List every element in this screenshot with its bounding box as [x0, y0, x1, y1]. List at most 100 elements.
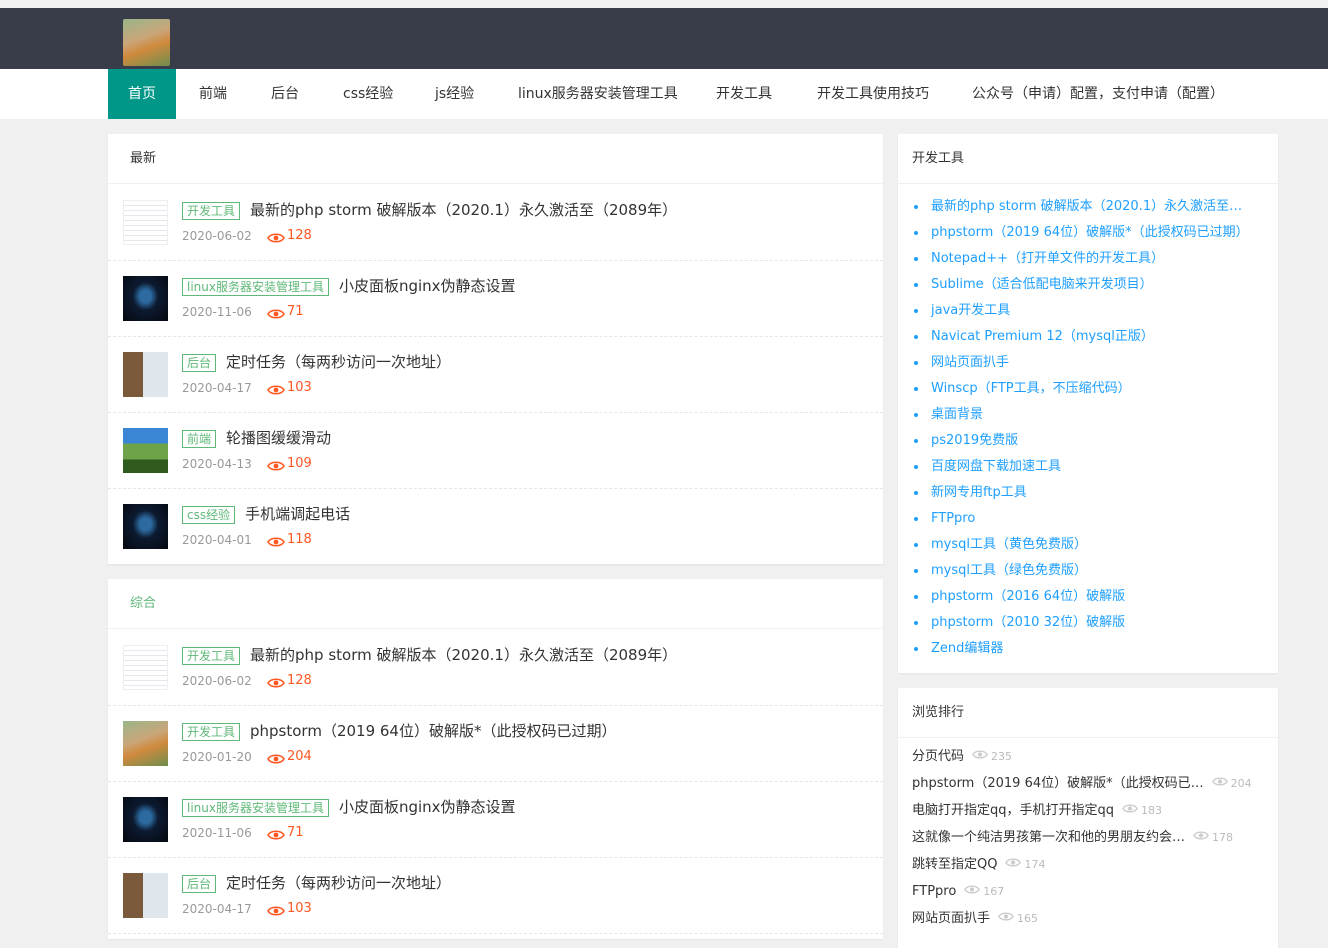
devtools-link-label[interactable]: Winscp（FTP工具，不压缩代码） — [931, 381, 1131, 396]
article-title[interactable]: 最新的php storm 破解版本（2020.1）永久激活至（2089年） — [250, 644, 677, 665]
article-category-tag[interactable]: 开发工具 — [182, 647, 241, 665]
devtools-link-label[interactable]: 新网专用ftp工具 — [931, 485, 1027, 500]
devtools-link-item[interactable]: 最新的php storm 破解版本（2020.1）永久激活至… — [912, 196, 1267, 222]
article-thumbnail[interactable] — [123, 504, 168, 549]
article-thumbnail[interactable] — [123, 797, 168, 842]
devtools-link-label[interactable]: phpstorm（2016 64位）破解版 — [931, 589, 1125, 604]
nav-item-css[interactable]: css经验 — [343, 69, 393, 119]
article-thumbnail[interactable] — [123, 428, 168, 473]
article-title[interactable]: 最新的php storm 破解版本（2020.1）永久激活至（2089年） — [250, 199, 677, 220]
article-row[interactable]: 后台 定时任务（每两秒访问一次地址） 2020-04-17 103 — [108, 858, 883, 934]
devtools-link-item[interactable]: Sublime（适合低配电脑来开发项目） — [912, 274, 1267, 300]
ranking-item[interactable]: 电脑打开指定qq，手机打开指定qq 183 — [912, 800, 1252, 827]
nav-item-wechat[interactable]: 公众号（申请）配置，支付申请（配置） — [972, 69, 1224, 119]
article-row[interactable]: 后台 定时任务（每两秒访问一次地址） 2020-04-17 103 — [108, 337, 883, 413]
devtools-link-item[interactable]: Winscp（FTP工具，不压缩代码） — [912, 378, 1267, 404]
article-category-tag[interactable]: css经验 — [182, 506, 236, 524]
devtools-link-label[interactable]: mysql工具（绿色免费版） — [931, 563, 1087, 578]
nav-item-devtools[interactable]: 开发工具 — [716, 69, 772, 119]
devtools-link-label[interactable]: java开发工具 — [931, 303, 1010, 318]
article-category-tag[interactable]: 前端 — [182, 430, 217, 448]
article-row[interactable]: 开发工具 最新的php storm 破解版本（2020.1）永久激活至（2089年… — [108, 185, 883, 261]
article-title[interactable]: 手机端调起电话 — [245, 503, 350, 524]
devtools-link-item[interactable]: Navicat Premium 12（mysql正版） — [912, 326, 1267, 352]
devtools-link-item[interactable]: 新网专用ftp工具 — [912, 482, 1267, 508]
ranking-item[interactable]: FTPpro 167 — [912, 881, 1252, 908]
article-row[interactable]: 开发工具 phpstorm（2019 64位）破解版*（此授权码已过期） 2020-… — [108, 706, 883, 782]
article-title[interactable]: 小皮面板nginx伪静态设置 — [339, 796, 516, 817]
devtools-link-label[interactable]: Zend编辑器 — [931, 641, 1003, 656]
article-category-tag[interactable]: 开发工具 — [182, 723, 241, 741]
ranking-item-title[interactable]: 这就像一个纯洁男孩第一次和他的男朋友约会… — [912, 827, 1185, 849]
article-row[interactable]: linux服务器安装管理工具 小皮面板nginx伪静态设置 2020-11-06 71 — [108, 261, 883, 337]
article-category-tag[interactable]: 开发工具 — [182, 202, 241, 220]
devtools-link-item[interactable]: phpstorm（2019 64位）破解版*（此授权码已过期） — [912, 222, 1267, 248]
devtools-link-item[interactable]: mysql工具（黄色免费版） — [912, 534, 1267, 560]
devtools-link-item[interactable]: java开发工具 — [912, 300, 1267, 326]
article-thumbnail[interactable] — [123, 276, 168, 321]
devtools-link-label[interactable]: mysql工具（黄色免费版） — [931, 537, 1087, 552]
site-logo[interactable] — [123, 19, 170, 66]
ranking-item[interactable]: 这就像一个纯洁男孩第一次和他的男朋友约会… 178 — [912, 827, 1252, 854]
devtools-link-label[interactable]: ps2019免费版 — [931, 433, 1018, 448]
ranking-item-title[interactable]: 跳转至指定QQ — [912, 854, 997, 876]
devtools-link-label[interactable]: 百度网盘下载加速工具 — [931, 459, 1061, 474]
article-thumbnail[interactable] — [123, 721, 168, 766]
ranking-item[interactable]: 跳转至指定QQ 174 — [912, 854, 1252, 881]
article-thumbnail[interactable] — [123, 873, 168, 918]
article-title[interactable]: phpstorm（2019 64位）破解版*（此授权码已过期） — [250, 720, 616, 741]
nav-item-js[interactable]: js经验 — [435, 69, 474, 119]
nav-item-home[interactable]: 首页 — [108, 69, 176, 119]
nav-item-backend[interactable]: 后台 — [271, 69, 299, 119]
ranking-item-title[interactable]: 电脑打开指定qq，手机打开指定qq — [912, 800, 1114, 822]
ranking-item-title[interactable]: 网站页面扒手 — [912, 908, 990, 930]
devtools-link-item[interactable]: Zend编辑器 — [912, 638, 1267, 664]
ranking-item[interactable]: 网站页面扒手 165 — [912, 908, 1252, 935]
devtools-link-item[interactable]: ps2019免费版 — [912, 430, 1267, 456]
article-category-tag[interactable]: 后台 — [182, 875, 217, 893]
eye-icon — [1193, 827, 1209, 849]
ranking-item[interactable]: phpstorm（2019 64位）破解版*（此授权码已… 204 — [912, 773, 1252, 800]
article-title[interactable]: 轮播图缓缓滑动 — [226, 427, 331, 448]
nav-item-frontend[interactable]: 前端 — [199, 69, 227, 119]
devtools-link-item[interactable]: 百度网盘下载加速工具 — [912, 456, 1267, 482]
devtools-link-item[interactable]: FTPpro — [912, 508, 1267, 534]
article-title[interactable]: 定时任务（每两秒访问一次地址） — [226, 351, 451, 372]
devtools-link-label[interactable]: 桌面背景 — [931, 407, 983, 422]
devtools-link-label[interactable]: FTPpro — [931, 511, 975, 526]
article-thumbnail[interactable] — [123, 352, 168, 397]
article-row[interactable]: 开发工具 最新的php storm 破解版本（2020.1）永久激活至（2089年… — [108, 630, 883, 706]
ranking-item-title[interactable]: phpstorm（2019 64位）破解版*（此授权码已… — [912, 773, 1204, 795]
ranking-item-title[interactable]: FTPpro — [912, 881, 956, 903]
devtools-link-item[interactable]: 桌面背景 — [912, 404, 1267, 430]
article-thumbnail[interactable] — [123, 645, 168, 690]
devtools-link-label[interactable]: 网站页面扒手 — [931, 355, 1009, 370]
ranking-item[interactable]: 分页代码 235 — [912, 746, 1252, 773]
devtools-link-label[interactable]: 最新的php storm 破解版本（2020.1）永久激活至… — [931, 199, 1242, 214]
devtools-link-item[interactable]: phpstorm（2016 64位）破解版 — [912, 586, 1267, 612]
article-row[interactable]: css经验 手机端调起电话 2020-04-01 118 — [108, 489, 883, 565]
devtools-link-label[interactable]: phpstorm（2010 32位）破解版 — [931, 615, 1125, 630]
article-title[interactable]: 定时任务（每两秒访问一次地址） — [226, 872, 451, 893]
devtools-link-label[interactable]: Notepad++（打开单文件的开发工具） — [931, 251, 1164, 266]
eye-icon — [1122, 800, 1138, 822]
article-thumbnail[interactable] — [123, 200, 168, 245]
ranking-item-title[interactable]: 分页代码 — [912, 746, 964, 768]
eye-icon — [267, 750, 285, 764]
article-category-tag[interactable]: linux服务器安装管理工具 — [182, 278, 329, 296]
nav-item-linux[interactable]: linux服务器安装管理工具 — [518, 69, 678, 119]
devtools-link-label[interactable]: phpstorm（2019 64位）破解版*（此授权码已过期） — [931, 225, 1249, 240]
article-row[interactable]: 前端 轮播图缓缓滑动 2020-04-13 109 — [108, 413, 883, 489]
nav-item-devtips[interactable]: 开发工具使用技巧 — [817, 69, 929, 119]
article-category-tag[interactable]: 后台 — [182, 354, 217, 372]
devtools-link-label[interactable]: Navicat Premium 12（mysql正版） — [931, 329, 1154, 344]
devtools-link-item[interactable]: Notepad++（打开单文件的开发工具） — [912, 248, 1267, 274]
devtools-link-item[interactable]: phpstorm（2010 32位）破解版 — [912, 612, 1267, 638]
bullet-icon — [914, 309, 918, 313]
devtools-link-item[interactable]: 网站页面扒手 — [912, 352, 1267, 378]
devtools-link-item[interactable]: mysql工具（绿色免费版） — [912, 560, 1267, 586]
article-row[interactable]: linux服务器安装管理工具 小皮面板nginx伪静态设置 2020-11-06 71 — [108, 782, 883, 858]
article-category-tag[interactable]: linux服务器安装管理工具 — [182, 799, 329, 817]
article-title[interactable]: 小皮面板nginx伪静态设置 — [339, 275, 516, 296]
devtools-link-label[interactable]: Sublime（适合低配电脑来开发项目） — [931, 277, 1153, 292]
